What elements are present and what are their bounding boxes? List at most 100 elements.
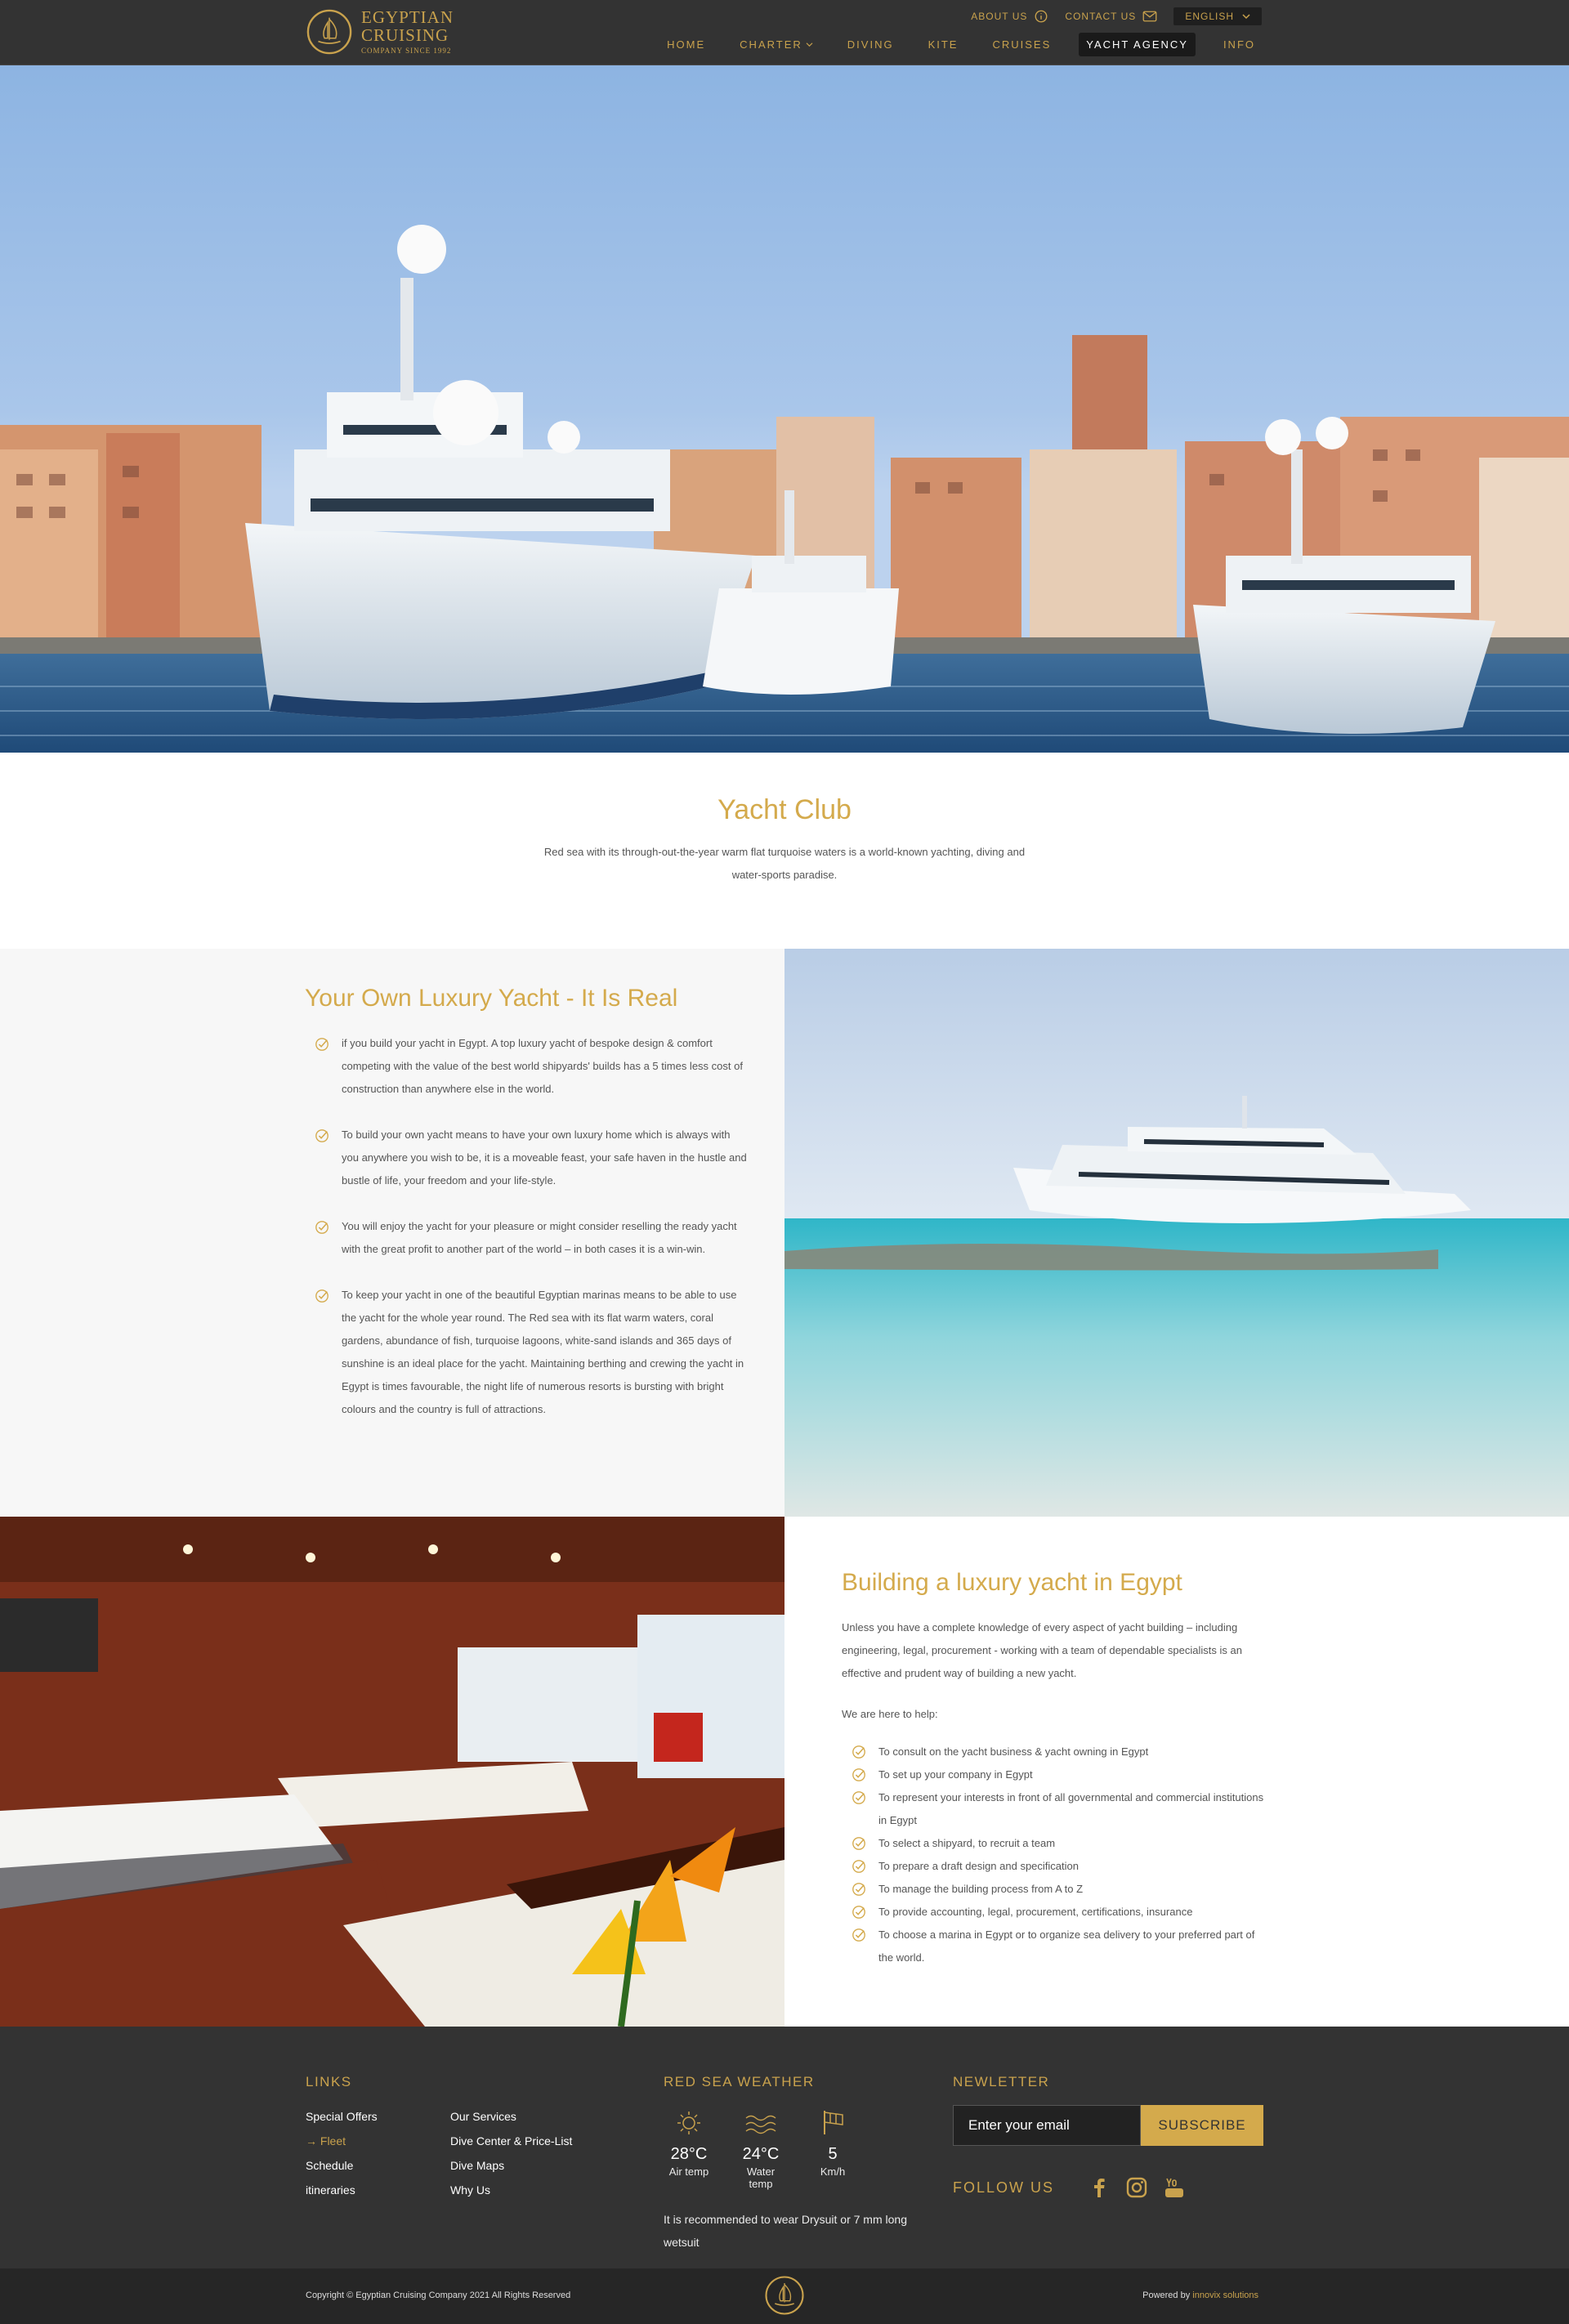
check-circle-icon xyxy=(852,1745,865,1759)
nav-yacht-agency[interactable]: YACHT AGENCY xyxy=(1079,33,1196,56)
building-yacht-intro: Unless you have a complete knowledge of … xyxy=(842,1621,1242,1679)
sailboat-logo-icon[interactable] xyxy=(764,2275,805,2316)
air-temp-label: Air temp xyxy=(668,2165,709,2178)
nav-kite[interactable]: KITE xyxy=(922,33,965,56)
weather-water-temp: 24°C Water temp xyxy=(735,2108,786,2190)
footer-link-itineraries[interactable]: itineraries xyxy=(306,2178,378,2202)
weather-heading: RED SEA WEATHER xyxy=(664,2074,815,2089)
footer-links-col-1: Special Offers → Fleet Schedule itinerar… xyxy=(306,2104,378,2202)
check-circle-icon xyxy=(852,1768,865,1781)
about-us-link[interactable]: ABOUT US xyxy=(971,9,1048,24)
instagram-icon[interactable] xyxy=(1126,2177,1147,2198)
wind-unit-label: Km/h xyxy=(820,2165,846,2178)
nav-diving[interactable]: DIVING xyxy=(841,33,901,56)
weather-widget: 28°C Air temp 24°C Water temp 5 Km/h xyxy=(664,2108,858,2190)
footer-link-fleet[interactable]: → Fleet xyxy=(306,2129,378,2153)
list-item: To set up your company in Egypt xyxy=(842,1763,1267,1786)
facebook-icon[interactable] xyxy=(1088,2177,1110,2198)
list-item: You will enjoy the yacht for your pleasu… xyxy=(305,1215,750,1261)
hero-image-marina-yachts xyxy=(0,65,1569,753)
site-footer: LINKS Special Offers → Fleet Schedule it… xyxy=(0,2027,1569,2268)
contact-us-link[interactable]: CONTACT US xyxy=(1065,9,1157,24)
footer-link-schedule[interactable]: Schedule xyxy=(306,2153,378,2178)
newsletter-email-input[interactable] xyxy=(953,2105,1141,2146)
nav-home-label: HOME xyxy=(667,38,706,51)
nav-charter[interactable]: CHARTER xyxy=(733,33,820,56)
nav-info-label: INFO xyxy=(1223,38,1255,51)
yacht-cabin-interior-image xyxy=(0,1517,784,2027)
list-item-text: To set up your company in Egypt xyxy=(878,1768,1033,1781)
water-temp-label: Water temp xyxy=(746,2165,776,2190)
subscribe-button[interactable]: SUBSCRIBE xyxy=(1141,2105,1263,2146)
footer-link-dive-center[interactable]: Dive Center & Price-List xyxy=(450,2129,572,2153)
developer-link[interactable]: innovix solutions xyxy=(1192,2290,1258,2300)
check-circle-icon xyxy=(315,1289,329,1303)
footer-link-special-offers[interactable]: Special Offers xyxy=(306,2104,378,2129)
bottom-bar: Copyright © Egyptian Cruising Company 20… xyxy=(0,2268,1569,2324)
luxury-yacht-list: if you build your yacht in Egypt. A top … xyxy=(305,1032,784,1421)
building-yacht-title: Building a luxury yacht in Egypt xyxy=(842,1569,1182,1596)
list-item-text: To manage the building process from A to… xyxy=(878,1883,1084,1895)
logo-line-3: COMPANY SINCE 1992 xyxy=(361,47,452,55)
nav-yacht-agency-label: YACHT AGENCY xyxy=(1086,38,1188,51)
links-heading: LINKS xyxy=(306,2074,352,2089)
list-item-text: To represent your interests in front of … xyxy=(878,1791,1264,1826)
powered-by-prefix: Powered by xyxy=(1142,2290,1193,2300)
chevron-down-icon xyxy=(1242,14,1250,20)
wind-value: 5 xyxy=(828,2145,838,2163)
copyright-text: Copyright © Egyptian Cruising Company 20… xyxy=(306,2290,571,2300)
nav-kite-label: KITE xyxy=(928,38,959,51)
list-item: To select a shipyard, to recruit a team xyxy=(842,1832,1267,1855)
check-circle-icon xyxy=(852,1791,865,1804)
youtube-icon[interactable] xyxy=(1164,2177,1185,2198)
list-item-text: To select a shipyard, to recruit a team xyxy=(878,1837,1056,1849)
footer-link-dive-maps[interactable]: Dive Maps xyxy=(450,2153,572,2178)
building-yacht-section: Building a luxury yacht in Egypt Unless … xyxy=(0,1517,1569,2027)
nav-cruises[interactable]: CRUISES xyxy=(986,33,1057,56)
wetsuit-recommendation: It is recommended to wear Drysuit or 7 m… xyxy=(664,2213,907,2249)
list-item-text: To choose a marina in Egypt or to organi… xyxy=(878,1928,1255,1964)
logo-line-1: EGYPTIAN xyxy=(361,7,454,27)
logo-line-2: CRUISING xyxy=(361,25,449,45)
top-bar: ABOUT US CONTACT US ENGLISH xyxy=(971,7,1262,25)
nav-info[interactable]: INFO xyxy=(1217,33,1262,56)
footer-link-our-services[interactable]: Our Services xyxy=(450,2104,572,2129)
language-select[interactable]: ENGLISH xyxy=(1173,7,1262,25)
site-logo[interactable]: EGYPTIAN CRUISING COMPANY SINCE 1992 xyxy=(306,8,454,56)
logo-wordmark: EGYPTIAN CRUISING COMPANY SINCE 1992 xyxy=(361,9,454,55)
powered-by: Powered by innovix solutions xyxy=(1142,2290,1258,2300)
building-yacht-text: Building a luxury yacht in Egypt Unless … xyxy=(784,1517,1569,2027)
footer-links-col-2: Our Services Dive Center & Price-List Di… xyxy=(450,2104,572,2202)
intro-section: Yacht Club Red sea with its through-out-… xyxy=(0,753,1569,949)
help-services-list: To consult on the yacht business & yacht… xyxy=(842,1741,1569,1969)
check-circle-icon xyxy=(315,1038,329,1051)
check-circle-icon xyxy=(852,1883,865,1896)
yacht-at-sea-illustration xyxy=(784,949,1569,1517)
intro-text: Red sea with its through-out-the-year wa… xyxy=(543,846,1026,881)
main-navigation: HOME CHARTER DIVING KITE CRUISES YACHT A… xyxy=(660,33,1262,56)
check-circle-icon xyxy=(852,1906,865,1919)
luxury-yacht-section: Your Own Luxury Yacht - It Is Real if yo… xyxy=(0,949,1569,1517)
check-circle-icon xyxy=(852,1837,865,1850)
hero-illustration xyxy=(0,225,1569,753)
check-circle-icon xyxy=(315,1129,329,1142)
intro-title: Yacht Club xyxy=(717,794,852,825)
waves-icon xyxy=(745,2115,776,2134)
list-item: To represent your interests in front of … xyxy=(842,1786,1267,1832)
list-item-text: if you build your yacht in Egypt. A top … xyxy=(342,1037,743,1095)
sun-icon xyxy=(677,2112,700,2134)
check-circle-icon xyxy=(852,1860,865,1873)
nav-home[interactable]: HOME xyxy=(660,33,712,56)
yacht-at-sea-image xyxy=(784,949,1569,1517)
list-item-text: To build your own yacht means to have yo… xyxy=(342,1128,747,1187)
info-icon xyxy=(1035,10,1048,23)
mail-icon xyxy=(1142,11,1157,22)
list-item-text: To consult on the yacht business & yacht… xyxy=(878,1745,1149,1758)
weather-wind: 5 Km/h xyxy=(807,2108,858,2190)
newsletter-heading: NEWLETTER xyxy=(953,2074,1050,2089)
list-item-text: You will enjoy the yacht for your pleasu… xyxy=(342,1220,737,1255)
footer-link-why-us[interactable]: Why Us xyxy=(450,2178,572,2202)
list-item-text: To prepare a draft design and specificat… xyxy=(878,1860,1079,1872)
nav-charter-label: CHARTER xyxy=(740,38,802,51)
luxury-yacht-title: Your Own Luxury Yacht - It Is Real xyxy=(305,985,678,1012)
